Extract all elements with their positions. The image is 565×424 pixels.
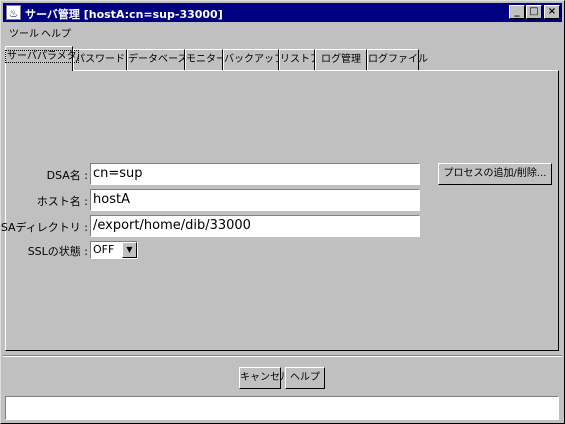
process-add-remove-button[interactable]: プロセスの追加/削除... [438, 163, 552, 185]
close-button[interactable]: × [544, 5, 560, 19]
chevron-down-icon[interactable]: ▼ [122, 242, 137, 258]
dsa-name-label: DSA名 : [46, 169, 88, 182]
menu-help[interactable]: ヘルプ [41, 25, 71, 40]
tab-log-file[interactable]: ログファイル [367, 49, 428, 70]
tab-backup[interactable]: バックアップ [223, 49, 284, 70]
ssl-status-select[interactable]: OFF ▼ [90, 241, 138, 259]
dsa-name-field[interactable]: cn=sup [90, 163, 420, 185]
host-name-label: ホスト名 : [36, 195, 88, 208]
separator [3, 355, 562, 357]
tab-password[interactable]: パスワード [73, 49, 127, 70]
main-window: ♨ サーバ管理 [hostA:cn=sup-33000] _ □ × ツール ヘ… [0, 0, 565, 424]
ssl-status-label: SSLの状態 : [27, 245, 88, 258]
tab-container: サーバパラメタ パスワード データベース モニター バックアップ リストア ログ… [0, 46, 559, 351]
title-bar[interactable]: ♨ サーバ管理 [hostA:cn=sup-33000] _ □ × [3, 3, 562, 22]
app-icon[interactable]: ♨ [6, 5, 21, 20]
server-params-panel: DSA名 : cn=sup ホスト名 : hostA DSAディレクトリ : /… [0, 70, 559, 351]
maximize-button[interactable]: □ [526, 5, 542, 19]
status-bar [5, 396, 559, 420]
tab-monitor[interactable]: モニター [185, 49, 226, 70]
ssl-status-value: OFF [93, 243, 115, 256]
dsa-directory-label: DSAディレクトリ : [0, 221, 88, 234]
cancel-button[interactable]: キャンセル [239, 367, 290, 389]
window-title: サーバ管理 [hostA:cn=sup-33000] [25, 8, 223, 21]
host-name-field[interactable]: hostA [90, 189, 420, 211]
tab-log-management[interactable]: ログ管理 [315, 49, 367, 70]
tab-database[interactable]: データベース [127, 49, 188, 70]
menu-bar: ツール ヘルプ [3, 23, 562, 41]
help-button[interactable]: ヘルプ [285, 367, 325, 389]
menu-tools[interactable]: ツール [9, 25, 39, 40]
tab-restore[interactable]: リストア [279, 49, 320, 70]
dsa-directory-field[interactable]: /export/home/dib/33000 [90, 215, 420, 237]
minimize-button[interactable]: _ [509, 5, 525, 19]
tab-server-params[interactable]: サーバパラメタ [5, 46, 79, 71]
